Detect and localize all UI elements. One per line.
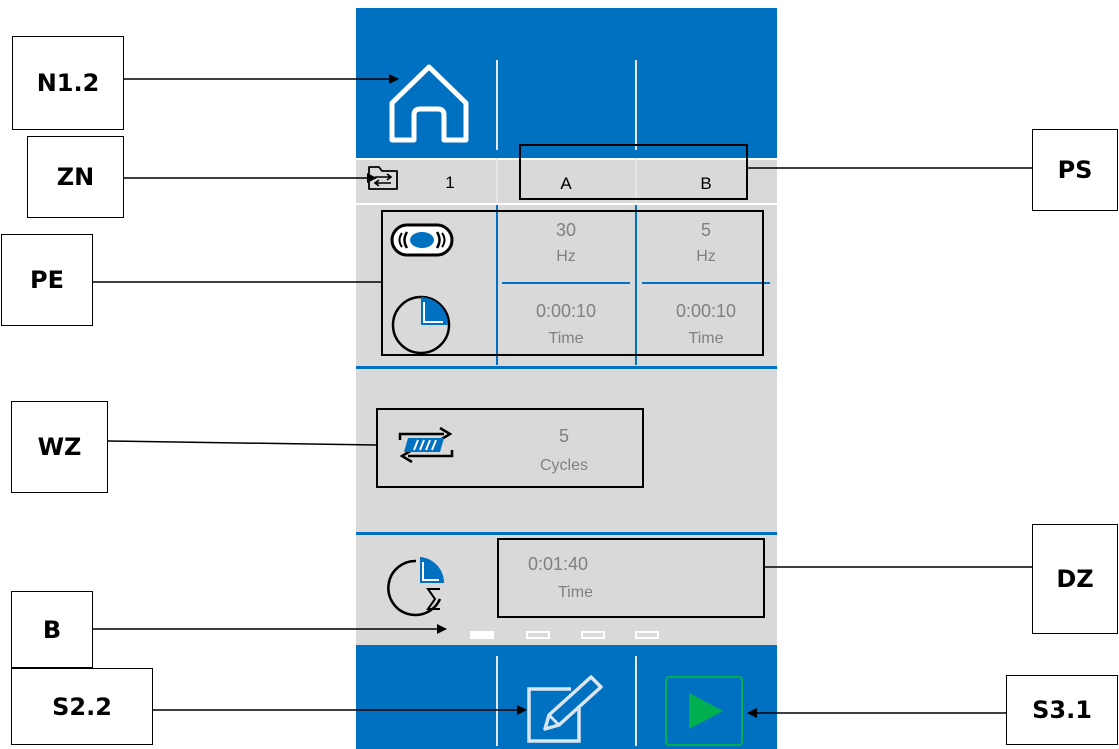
line-wz [107, 440, 377, 446]
annotation-arrows [93, 74, 1032, 718]
